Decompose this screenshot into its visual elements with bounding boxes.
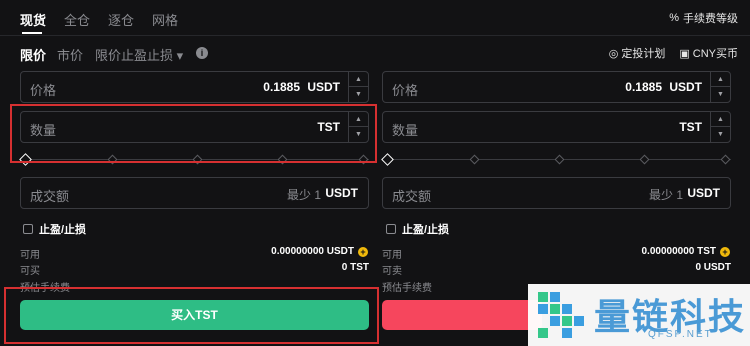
sell-amount-stepper[interactable]: ▲ ▼ bbox=[710, 112, 730, 142]
buy-price-value: 0.1885 bbox=[263, 80, 300, 94]
stepper-up-icon[interactable]: ▲ bbox=[711, 72, 730, 87]
sell-amount-unit: TST bbox=[679, 120, 702, 134]
buy-tpsl-label: 止盈/止损 bbox=[39, 224, 87, 236]
order-type-stop-limit[interactable]: 限价止盈止损 ▾ bbox=[95, 45, 183, 64]
recurring-plan-link[interactable]: ◎ 定投计划 bbox=[609, 45, 666, 61]
sell-fee-label: 预估手续费 bbox=[382, 283, 432, 294]
stepper-down-icon[interactable]: ▼ bbox=[711, 127, 730, 142]
sell-total-unit: USDT bbox=[687, 186, 720, 200]
percent-icon: % bbox=[669, 12, 679, 24]
buy-tpsl-checkbox[interactable]: 止盈/止损 bbox=[23, 221, 86, 237]
slider-dot-25[interactable] bbox=[469, 154, 480, 165]
buy-price-label: 价格 bbox=[30, 83, 57, 98]
sell-available-value: 0.00000000 TST bbox=[641, 246, 717, 257]
trade-mode-tabs: 现货 全仓 逐仓 网格 % 手续费等级 bbox=[0, 0, 750, 36]
cny-buy-link[interactable]: ▣ CNY买币 bbox=[679, 45, 738, 61]
sell-price-stepper[interactable]: ▲ ▼ bbox=[710, 72, 730, 102]
stepper-down-icon[interactable]: ▼ bbox=[349, 87, 368, 102]
active-tab-indicator bbox=[22, 32, 42, 34]
buy-price-stepper[interactable]: ▲ ▼ bbox=[348, 72, 368, 102]
slider-dot-0[interactable] bbox=[381, 153, 394, 166]
buy-total-label: 成交额 bbox=[30, 189, 70, 204]
sell-total-label: 成交额 bbox=[392, 189, 432, 204]
buy-max-value: 0 TST bbox=[341, 262, 369, 273]
sell-available-label: 可用 bbox=[382, 250, 402, 261]
wallet-icon: ▣ bbox=[679, 47, 690, 60]
fee-level-link[interactable]: % 手续费等级 bbox=[669, 10, 738, 26]
order-type-market[interactable]: 市价 bbox=[57, 45, 83, 64]
highlight-box-amount bbox=[10, 104, 377, 163]
slider-dot-50[interactable] bbox=[554, 154, 565, 165]
buy-price-field[interactable]: 价格 0.1885 USDT ▲ ▼ bbox=[20, 71, 369, 103]
order-type-limit[interactable]: 限价 bbox=[20, 45, 46, 64]
checkbox-icon[interactable] bbox=[386, 224, 396, 234]
tab-isolated-margin[interactable]: 逐仓 bbox=[108, 10, 134, 29]
sell-total-min: 最少 1 bbox=[648, 188, 683, 202]
stepper-up-icon[interactable]: ▲ bbox=[349, 72, 368, 87]
stepper-up-icon[interactable]: ▲ bbox=[711, 112, 730, 127]
info-icon[interactable]: i bbox=[196, 47, 208, 59]
buy-total-field[interactable]: 成交额 最少 1 USDT bbox=[20, 177, 369, 209]
sell-price-field[interactable]: 价格 0.1885 USDT ▲ ▼ bbox=[382, 71, 731, 103]
fee-level-label: 手续费等级 bbox=[683, 13, 738, 25]
slider-dot-100[interactable] bbox=[720, 154, 731, 165]
watermark-subtitle: QFSP.NET bbox=[648, 329, 713, 340]
sell-price-value: 0.1885 bbox=[625, 80, 662, 94]
sell-percent-slider[interactable] bbox=[381, 153, 731, 167]
slider-dot-75[interactable] bbox=[639, 154, 650, 165]
checkbox-icon[interactable] bbox=[23, 224, 33, 234]
buy-max-label: 可买 bbox=[20, 266, 40, 277]
order-type-bar: 限价 市价 限价止盈止损 ▾ i ◎ 定投计划 ▣ CNY买币 bbox=[0, 38, 750, 66]
deposit-plus-icon[interactable]: + bbox=[358, 247, 368, 257]
sell-tpsl-label: 止盈/止损 bbox=[402, 224, 450, 236]
deposit-plus-icon[interactable]: + bbox=[720, 247, 730, 257]
tab-grid[interactable]: 网格 bbox=[152, 10, 178, 29]
sell-max-label: 可卖 bbox=[382, 266, 402, 277]
sell-button[interactable] bbox=[382, 300, 542, 330]
buy-available-label: 可用 bbox=[20, 250, 40, 261]
buy-total-min: 最少 1 bbox=[286, 188, 321, 202]
cny-buy-label: CNY买币 bbox=[692, 48, 738, 60]
sell-total-field[interactable]: 成交额 最少 1 USDT bbox=[382, 177, 731, 209]
sell-amount-field[interactable]: 数量 TST ▲ ▼ bbox=[382, 111, 731, 143]
buy-total-unit: USDT bbox=[325, 186, 358, 200]
sell-price-label: 价格 bbox=[392, 83, 419, 98]
tab-cross-margin[interactable]: 全仓 bbox=[64, 10, 90, 29]
recurring-icon: ◎ bbox=[608, 47, 619, 60]
sell-price-unit: USDT bbox=[669, 80, 702, 94]
tab-spot[interactable]: 现货 bbox=[20, 10, 46, 29]
buy-price-unit: USDT bbox=[307, 80, 340, 94]
sell-max-value: 0 USDT bbox=[695, 262, 731, 273]
stepper-down-icon[interactable]: ▼ bbox=[711, 87, 730, 102]
watermark-logo-icon bbox=[538, 292, 584, 338]
sell-tpsl-checkbox[interactable]: 止盈/止损 bbox=[386, 221, 449, 237]
highlight-box-buy-button bbox=[4, 287, 379, 344]
watermark: 量链科技 QFSP.NET bbox=[528, 284, 750, 346]
recurring-plan-label: 定投计划 bbox=[621, 48, 666, 60]
buy-available-value: 0.00000000 USDT bbox=[271, 246, 354, 257]
sell-amount-label: 数量 bbox=[392, 123, 419, 138]
